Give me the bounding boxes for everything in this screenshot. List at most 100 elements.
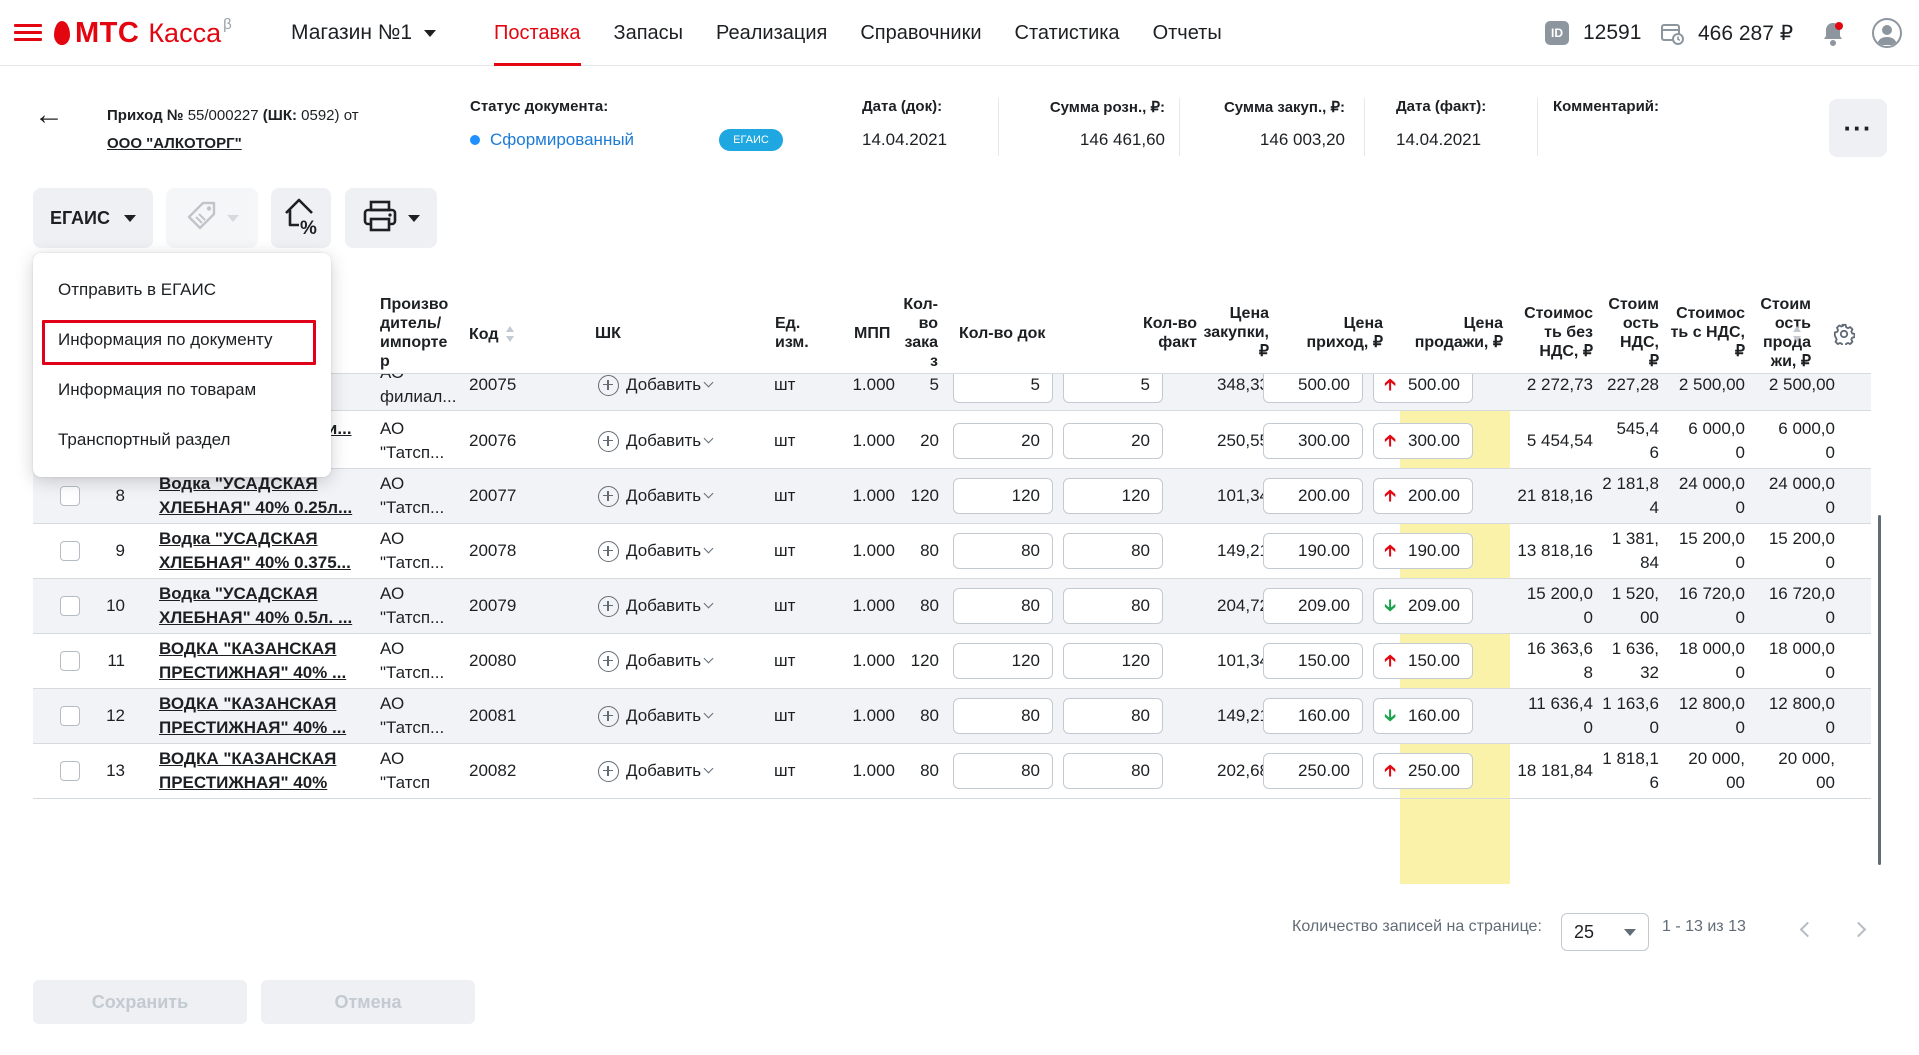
cancel-button[interactable]: Отмена	[261, 980, 475, 1024]
row-checkbox[interactable]	[60, 761, 80, 781]
store-selector[interactable]: Магазин №1	[291, 21, 437, 45]
sale-price-input[interactable]: 🡱 150.00	[1373, 643, 1473, 679]
sale-price-input[interactable]: 🡳 160.00	[1373, 698, 1473, 734]
table-row[interactable]: 9 Водка "УСАДСКАЯ ХЛЕБНАЯ" 40% 0.375... АО "…	[33, 524, 1871, 579]
th-barcode[interactable]: ШК	[595, 324, 621, 343]
qty-doc-input[interactable]: 80	[953, 698, 1053, 734]
add-barcode-button[interactable]: Добавить	[598, 374, 714, 397]
add-barcode-button[interactable]: Добавить	[598, 429, 714, 453]
avatar-icon[interactable]	[1872, 18, 1902, 48]
logo[interactable]: МТС Касса β	[54, 14, 232, 52]
income-price-input[interactable]: 250.00	[1263, 753, 1363, 789]
egais-menu-button[interactable]: ЕГАИС	[33, 188, 153, 248]
supplier-link[interactable]: ООО "АЛКОТОРГ"	[107, 130, 359, 158]
th-unit[interactable]: Ед. изм.	[775, 314, 809, 352]
income-price-input[interactable]: 200.00	[1263, 478, 1363, 514]
product-name-line2[interactable]: ХЛЕБНАЯ" 40% 0.375...	[159, 551, 374, 575]
print-button[interactable]	[345, 188, 437, 248]
menu-item-goods-info[interactable]: Информация по товарам	[58, 380, 256, 400]
qty-doc-input[interactable]: 80	[953, 533, 1053, 569]
add-barcode-button[interactable]: Добавить	[598, 759, 714, 783]
th-sale-price[interactable]: Цена продажи, ₽	[1383, 314, 1503, 352]
qty-fact-input[interactable]: 80	[1063, 753, 1163, 789]
th-qty-order[interactable]: Кол-во зака з	[902, 295, 938, 371]
product-name-line2[interactable]: ХЛЕБНАЯ" 40% 0.25л...	[159, 496, 374, 520]
back-arrow-icon[interactable]: ←	[34, 100, 64, 130]
menu-item-send-egais[interactable]: Отправить в ЕГАИС	[58, 280, 216, 300]
income-price-input[interactable]: 160.00	[1263, 698, 1363, 734]
nav-realizaciya[interactable]: Реализация	[716, 0, 827, 66]
table-row[interactable]: 10 Водка "УСАДСКАЯ ХЛЕБНАЯ" 40% 0.5л. ... А…	[33, 579, 1871, 634]
income-price-input[interactable]: 209.00	[1263, 588, 1363, 624]
income-price-input[interactable]: 500.00	[1263, 374, 1363, 403]
qty-doc-input[interactable]: 120	[953, 643, 1053, 679]
qty-fact-input[interactable]: 80	[1063, 698, 1163, 734]
qty-doc-input[interactable]: 20	[953, 423, 1053, 459]
qty-fact-input[interactable]: 80	[1063, 533, 1163, 569]
income-price-input[interactable]: 150.00	[1263, 643, 1363, 679]
menu-item-transport[interactable]: Транспортный раздел	[58, 430, 230, 450]
add-barcode-button[interactable]: Добавить	[598, 649, 714, 673]
row-checkbox[interactable]	[60, 486, 80, 506]
table-row[interactable]: 12 ВОДКА "КАЗАНСКАЯ ПРЕСТИЖНАЯ" 40% ... АО "…	[33, 689, 1871, 744]
qty-fact-input[interactable]: 120	[1063, 478, 1163, 514]
qty-doc-input[interactable]: 80	[953, 588, 1053, 624]
notifications[interactable]	[1822, 0, 1844, 66]
row-checkbox[interactable]	[60, 706, 80, 726]
th-cost-with-vat[interactable]: Стоимос ть с НДС, ₽	[1661, 304, 1745, 361]
nav-otchety[interactable]: Отчеты	[1153, 0, 1222, 66]
product-name-line2[interactable]: ХЛЕБНАЯ" 40% 0.5л. ...	[159, 606, 374, 630]
add-barcode-button[interactable]: Добавить	[598, 594, 714, 618]
th-mpp[interactable]: МПП	[854, 324, 890, 343]
sale-price-input[interactable]: 🡱 250.00	[1373, 753, 1473, 789]
more-button[interactable]: ···	[1829, 99, 1887, 157]
product-name-line2[interactable]: ПРЕСТИЖНАЯ" 40% ...	[159, 716, 374, 740]
row-checkbox[interactable]	[60, 651, 80, 671]
table-row[interactable]: 8 Водка "УСАДСКАЯ ХЛЕБНАЯ" 40% 0.25л... АО "…	[33, 469, 1871, 524]
income-price-input[interactable]: 300.00	[1263, 423, 1363, 459]
qty-fact-input[interactable]: 80	[1063, 588, 1163, 624]
row-checkbox[interactable]	[60, 541, 80, 561]
user-menu[interactable]	[1872, 0, 1902, 66]
sale-price-input[interactable]: 🡱 200.00	[1373, 478, 1473, 514]
qty-doc-input[interactable]: 120	[953, 478, 1053, 514]
discount-button[interactable]: %	[271, 188, 331, 248]
nav-postavka[interactable]: Поставка	[494, 0, 581, 66]
menu-icon[interactable]	[14, 24, 42, 42]
nav-spravochniki[interactable]: Справочники	[860, 0, 981, 66]
th-cost-no-vat[interactable]: Стоимос ть без НДС, ₽	[1503, 304, 1593, 361]
th-vat-cost[interactable]: Стоим ость НДС, ₽	[1603, 295, 1659, 371]
per-page-select[interactable]: 25	[1561, 913, 1649, 951]
nav-zapasy[interactable]: Запасы	[614, 0, 684, 66]
qty-fact-input[interactable]: 5	[1063, 374, 1163, 403]
sort-icon[interactable]	[1791, 324, 1803, 344]
product-name-line2[interactable]: ПРЕСТИЖНАЯ" 40% ...	[159, 661, 374, 685]
chevron-right-icon[interactable]	[1850, 921, 1867, 938]
th-qty-doc[interactable]: Кол-во док	[959, 324, 1045, 343]
sale-price-input[interactable]: 🡱 300.00	[1373, 423, 1473, 459]
product-name-line1[interactable]: Водка "УСАДСКАЯ	[159, 527, 374, 551]
sale-price-input[interactable]: 🡱 500.00	[1373, 374, 1473, 403]
bell-icon[interactable]	[1822, 21, 1844, 46]
product-name-line1[interactable]: Водка "УСАДСКАЯ	[159, 582, 374, 606]
gear-icon[interactable]	[1833, 323, 1855, 345]
qty-doc-input[interactable]: 80	[953, 753, 1053, 789]
qty-doc-input[interactable]: 5	[953, 374, 1053, 403]
add-barcode-button[interactable]: Добавить	[598, 539, 714, 563]
product-name-line1[interactable]: ВОДКА "КАЗАНСКАЯ	[159, 692, 374, 716]
add-barcode-button[interactable]: Добавить	[598, 484, 714, 508]
nav-statistika[interactable]: Статистика	[1015, 0, 1120, 66]
sale-price-input[interactable]: 🡱 190.00	[1373, 533, 1473, 569]
product-name-line1[interactable]: ВОДКА "КАЗАНСКАЯ	[159, 747, 374, 771]
product-name-line2[interactable]: ПРЕСТИЖНАЯ" 40%	[159, 771, 374, 795]
product-name-line1[interactable]: ВОДКА "КАЗАНСКАЯ	[159, 637, 374, 661]
table-row[interactable]: 13 ВОДКА "КАЗАНСКАЯ ПРЕСТИЖНАЯ" 40% АО "Татс…	[33, 744, 1871, 799]
add-barcode-button[interactable]: Добавить	[598, 704, 714, 728]
table-scrollbar[interactable]	[1878, 515, 1881, 865]
chevron-left-icon[interactable]	[1799, 921, 1816, 938]
qty-fact-input[interactable]: 120	[1063, 643, 1163, 679]
save-button[interactable]: Сохранить	[33, 980, 247, 1024]
th-manufacturer[interactable]: Произво дитель/импорте р	[380, 295, 448, 371]
row-checkbox[interactable]	[60, 596, 80, 616]
th-code[interactable]: Код	[469, 324, 516, 344]
